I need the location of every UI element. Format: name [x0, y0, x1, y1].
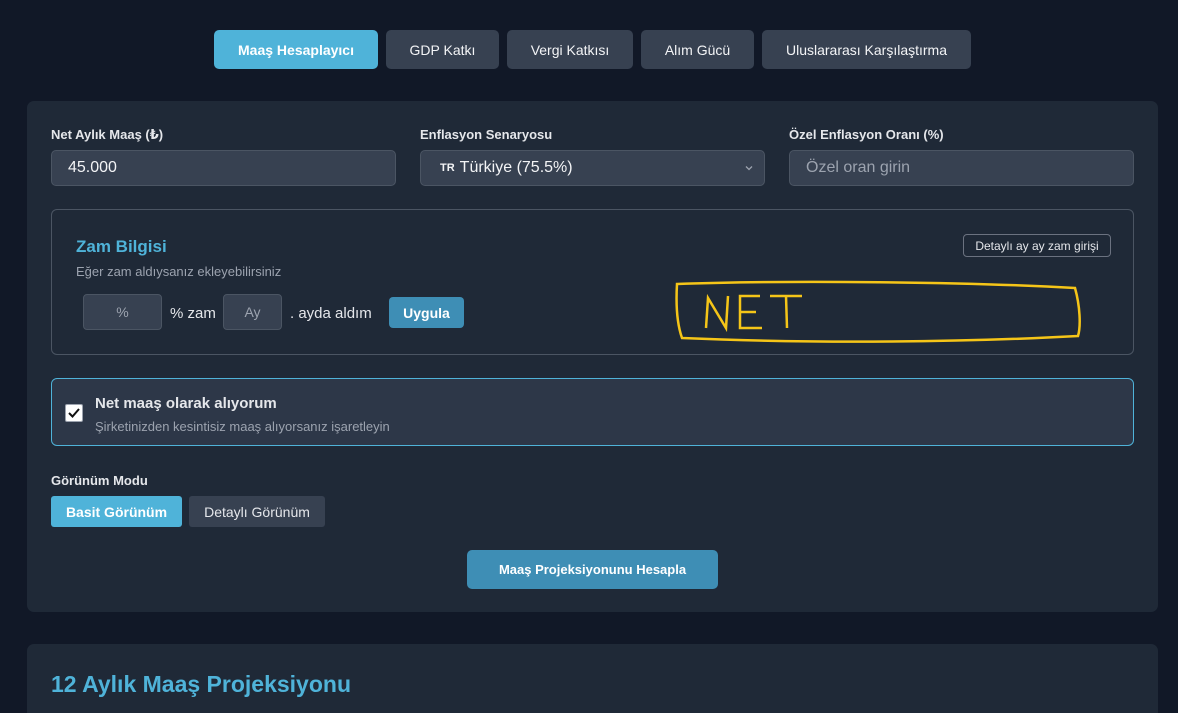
detailed-view-button[interactable]: Detaylı Görünüm	[189, 496, 325, 527]
raise-percent-suffix: % zam	[170, 305, 216, 322]
simple-view-button[interactable]: Basit Görünüm	[51, 496, 182, 527]
tab-salary-calculator[interactable]: Maaş Hesaplayıcı	[214, 30, 378, 69]
raise-month-suffix: . ayda aldım	[290, 305, 372, 322]
raise-month-input[interactable]: Ay	[223, 294, 282, 330]
tab-tax[interactable]: Vergi Katkısı	[507, 30, 633, 69]
tab-international[interactable]: Uluslararası Karşılaştırma	[762, 30, 971, 69]
raise-percent-input[interactable]: %	[83, 294, 162, 330]
tab-gdp[interactable]: GDP Katkı	[386, 30, 499, 69]
tab-bar: Maaş Hesaplayıcı GDP Katkı Vergi Katkısı…	[0, 30, 1178, 69]
net-handwritten-annotation	[675, 280, 1081, 343]
chevron-down-icon	[745, 166, 753, 171]
net-option-subtitle: Şirketinizden kesintisiz maaş alıyorsanı…	[95, 419, 390, 434]
apply-raise-button[interactable]: Uygula	[389, 297, 464, 328]
inflation-label: Enflasyon Senaryosu	[420, 127, 553, 142]
checkmark-icon	[68, 408, 80, 418]
calculate-projection-button[interactable]: Maaş Projeksiyonunu Hesapla	[467, 550, 718, 589]
tab-purchasing-power[interactable]: Alım Gücü	[641, 30, 754, 69]
turkey-flag-icon: TR	[440, 162, 455, 174]
calculator-card: Net Aylık Maaş (₺) 45.000 Enflasyon Sena…	[27, 101, 1158, 612]
projection-card: 12 Aylık Maaş Projeksiyonu	[27, 644, 1158, 713]
net-salary-checkbox[interactable]	[65, 404, 83, 422]
custom-rate-label: Özel Enflasyon Oranı (%)	[789, 127, 944, 142]
custom-rate-input[interactable]: Özel oran girin	[789, 150, 1134, 186]
raise-title: Zam Bilgisi	[76, 237, 167, 256]
inflation-selected-value: Türkiye (75.5%)	[459, 159, 573, 176]
monthly-raise-detail-button[interactable]: Detaylı ay ay zam girişi	[963, 234, 1111, 257]
net-salary-input[interactable]: 45.000	[51, 150, 396, 186]
inflation-select[interactable]: TR Türkiye (75.5%)	[420, 150, 765, 186]
view-mode-label: Görünüm Modu	[51, 473, 148, 488]
net-salary-option[interactable]: Net maaş olarak alıyorum Şirketinizden k…	[51, 378, 1134, 446]
raise-subtitle: Eğer zam aldıysanız ekleyebilirsiniz	[76, 264, 282, 279]
net-salary-label: Net Aylık Maaş (₺)	[51, 127, 164, 142]
net-option-title: Net maaş olarak alıyorum	[95, 395, 277, 412]
projection-title: 12 Aylık Maaş Projeksiyonu	[51, 671, 351, 697]
